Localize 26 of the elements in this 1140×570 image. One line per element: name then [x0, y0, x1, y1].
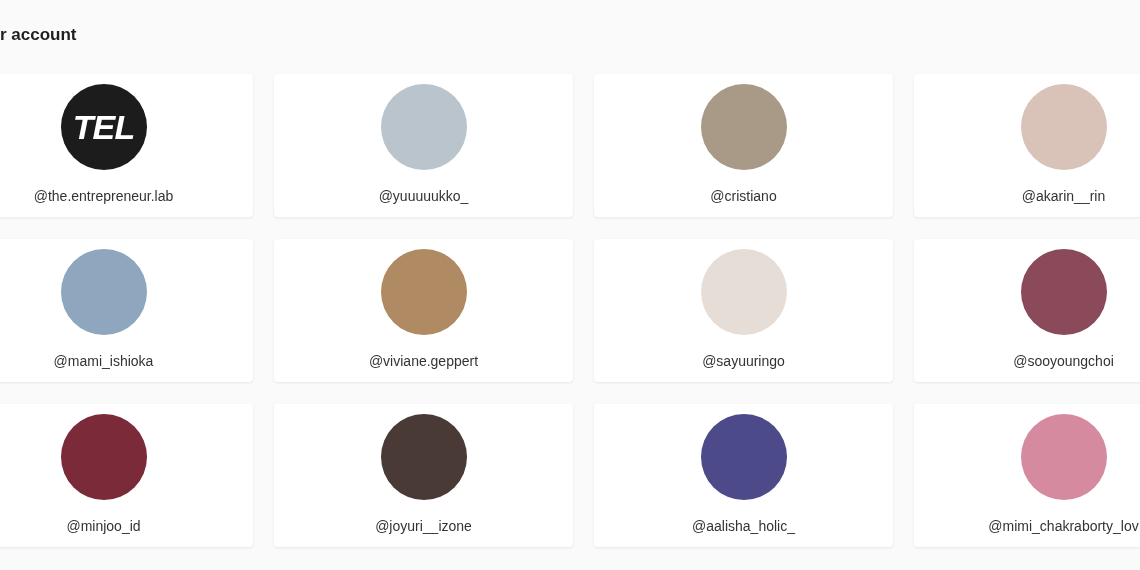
account-handle: @akarin__rin	[1021, 187, 1106, 206]
account-card[interactable]: @yuuuuukko_	[274, 74, 573, 217]
page-title: r account	[0, 24, 77, 45]
account-handle: @cristiano	[710, 187, 777, 206]
account-handle: @mami_ishioka	[53, 352, 154, 371]
account-card[interactable]: @viviane.geppert	[274, 239, 573, 382]
account-card[interactable]: @cristiano	[594, 74, 893, 217]
account-card[interactable]: @joyuri__izone	[274, 404, 573, 547]
account-card[interactable]: @sayuuringo	[594, 239, 893, 382]
account-handle: @the.entrepreneur.lab	[33, 187, 174, 206]
account-handle: @mimi_chakraborty_lov	[988, 517, 1139, 536]
account-handle: @sayuuringo	[702, 352, 785, 371]
account-card[interactable]: @mami_ishioka	[0, 239, 253, 382]
account-handle: @viviane.geppert	[368, 352, 479, 371]
account-card[interactable]: @mimi_chakraborty_lov	[914, 404, 1140, 547]
account-card[interactable]: @aalisha_holic_	[594, 404, 893, 547]
account-card[interactable]: @minjoo_id	[0, 404, 253, 547]
account-handle: @aalisha_holic_	[692, 517, 795, 536]
account-handle: @minjoo_id	[66, 517, 141, 536]
account-card[interactable]: @akarin__rin	[914, 74, 1140, 217]
account-card[interactable]: TEL @the.entrepreneur.lab	[0, 74, 253, 217]
account-handle: @joyuri__izone	[375, 517, 472, 536]
account-card[interactable]: @sooyoungchoi	[914, 239, 1140, 382]
logo-avatar: TEL	[60, 84, 147, 170]
account-handle: @sooyoungchoi	[1013, 352, 1114, 371]
account-handle: @yuuuuukko_	[378, 187, 469, 206]
